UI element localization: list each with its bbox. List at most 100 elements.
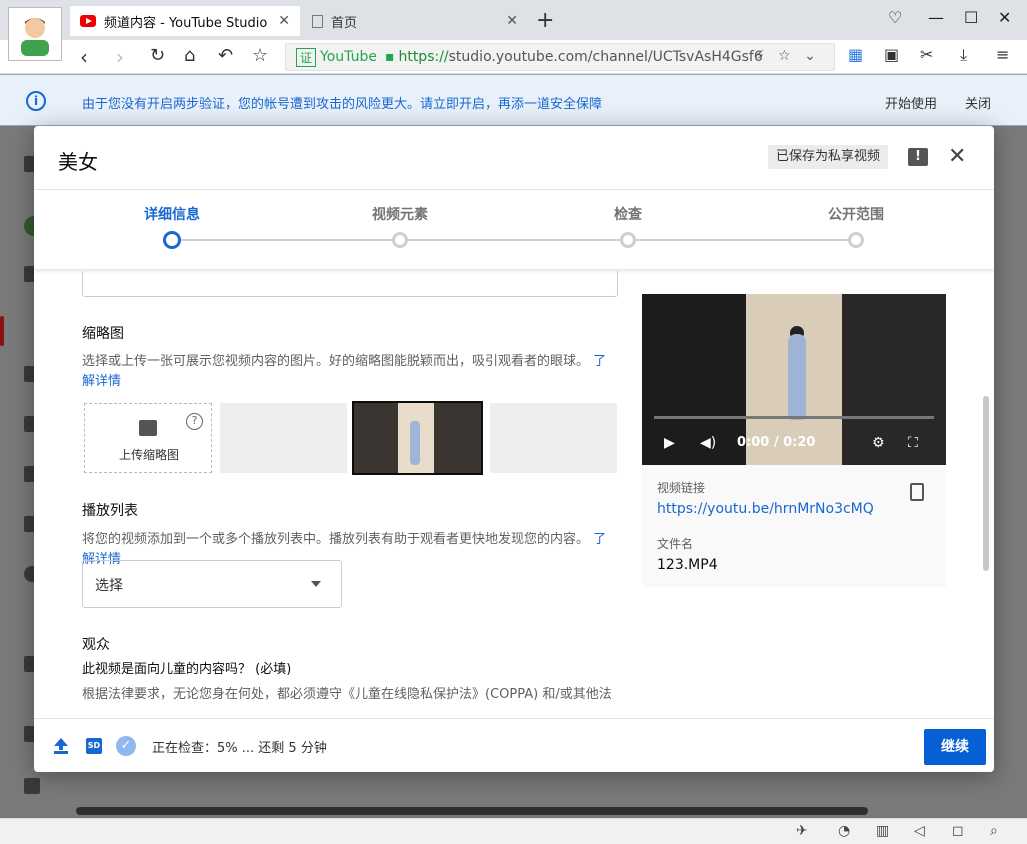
step-dot-visibility[interactable] <box>848 232 864 248</box>
video-preview[interactable]: ▶ ◀) 0:00 / 0:20 ⚙ ⛶ <box>642 294 946 465</box>
new-tab-icon[interactable]: + <box>536 8 554 33</box>
step-dot-details[interactable] <box>163 231 181 249</box>
download-icon[interactable]: ⤓ <box>960 45 967 65</box>
copy-icon[interactable] <box>910 483 924 501</box>
upload-dialog: 美女 已保存为私享视频 ! ✕ 详细信息 视频元素 检查 公开范围 缩略图 选择… <box>34 126 994 772</box>
step-dot-video-elements[interactable] <box>392 232 408 248</box>
browser-toolbar: ‹ › ↻ ⌂ ↶ ☆ 证 YouTube ▪ https:// studio.… <box>0 40 1027 74</box>
forward-icon[interactable]: › <box>116 45 124 69</box>
dialog-title: 美女 <box>58 150 98 174</box>
video-time: 0:00 / 0:20 <box>737 435 816 450</box>
tab-title: 频道内容 - YouTube Studio <box>104 15 268 31</box>
url-actions[interactable]: ⚡ ☆ ⌄ <box>755 48 816 64</box>
banner-close-button[interactable]: 关闭 <box>965 93 991 112</box>
sd-badge-icon[interactable]: SD <box>86 738 102 754</box>
tab-youtube-studio[interactable]: 频道内容 - YouTube Studio ✕ <box>70 6 300 36</box>
horizontal-scrollbar[interactable] <box>76 807 868 815</box>
screenshot-icon[interactable]: ▣ <box>884 45 899 64</box>
tab-home[interactable]: 首页 ✕ <box>302 6 528 36</box>
fullscreen-icon[interactable]: ⛶ <box>908 435 918 451</box>
description-field[interactable] <box>82 271 618 297</box>
sidebar-active-indicator <box>0 316 4 346</box>
tab-close-icon[interactable]: ✕ <box>506 13 518 29</box>
youtube-favicon-icon <box>80 15 96 27</box>
audience-legal-text: 根据法律要求，无论您身在何处，都必须遵守《儿童在线隐私保护法》(COPPA) 和… <box>82 687 612 702</box>
trash-icon[interactable]: ▥ <box>876 823 889 839</box>
thumbnail-title: 缩略图 <box>82 326 124 342</box>
thumbnail-option-1[interactable] <box>220 403 347 473</box>
browser-tabbar: 频道内容 - YouTube Studio ✕ 首页 ✕ + ♡ — ☐ ✕ <box>0 0 1027 40</box>
info-icon: i <box>26 91 46 111</box>
step-details[interactable]: 详细信息 <box>112 204 232 224</box>
check-circle-icon[interactable]: ✓ <box>116 736 136 756</box>
file-name-label: 文件名 <box>657 537 694 551</box>
page-icon <box>312 14 323 28</box>
thumbnail-figure <box>410 421 420 465</box>
step-visibility[interactable]: 公开范围 <box>796 204 916 224</box>
processing-status: 正在检查：5% ... 还剩 5 分钟 <box>152 741 327 756</box>
home-icon[interactable]: ⌂ <box>184 45 195 66</box>
tab-title: 首页 <box>331 15 358 31</box>
audience-title: 观众 <box>82 637 110 653</box>
content-scrollbar[interactable] <box>983 396 989 571</box>
upload-icon[interactable] <box>54 738 68 754</box>
dropdown-caret-icon <box>311 581 321 587</box>
browser-statusbar: ✈ ◔ ▥ ◁ ◻ ⌕ <box>0 818 1027 844</box>
playlist-title: 播放列表 <box>82 503 138 519</box>
tab-close-icon[interactable]: ✕ <box>278 13 290 29</box>
feedback-icon[interactable]: ! <box>908 148 928 166</box>
step-dot-checks[interactable] <box>620 232 636 248</box>
window-close-icon[interactable]: ✕ <box>998 8 1011 27</box>
volume-icon[interactable]: ◀) <box>700 435 716 451</box>
sidebar-feedback-icon[interactable] <box>24 778 40 794</box>
playlist-select-value: 选择 <box>95 578 123 594</box>
speed-icon[interactable]: ◔ <box>838 823 850 839</box>
file-name-value: 123.MP4 <box>657 557 718 573</box>
reload-icon[interactable]: ↻ <box>150 45 165 66</box>
back-icon[interactable]: ‹ <box>80 45 88 69</box>
video-link-label: 视频链接 <box>657 481 706 495</box>
upload-thumbnail-label: 上传缩略图 <box>118 448 179 462</box>
bookmark-star-icon[interactable]: ☆ <box>252 45 268 66</box>
address-bar[interactable]: 证 YouTube ▪ https:// studio.youtube.com/… <box>285 43 835 71</box>
continue-button[interactable]: 继续 <box>924 729 986 765</box>
rocket-icon[interactable]: ✈ <box>796 823 808 839</box>
security-banner: i 由于您没有开启两步验证，您的帐号遭到攻击的风险更大。请立即开启，再添一道安全… <box>0 74 1027 126</box>
user-avatar[interactable] <box>8 7 62 61</box>
help-icon[interactable]: ? <box>186 413 203 430</box>
window-icon[interactable]: ◻ <box>952 823 964 839</box>
menu-icon[interactable]: ≡ <box>996 45 1009 64</box>
play-icon[interactable]: ▶ <box>664 435 675 451</box>
details-form: 缩略图 选择或上传一张可展示您视频内容的图片。好的缩略图能脱颖而出，吸引观看者的… <box>34 271 994 718</box>
thumbnail-desc: 选择或上传一张可展示您视频内容的图片。好的缩略图能脱颖而出，吸引观看者的眼球。 … <box>82 352 618 392</box>
minimize-icon[interactable]: — <box>928 8 944 27</box>
dialog-close-icon[interactable]: ✕ <box>948 144 966 169</box>
step-video-elements[interactable]: 视频元素 <box>340 204 460 224</box>
video-link[interactable]: https://youtu.be/hrnMrNo3cMQ <box>657 501 874 517</box>
lock-icon: ▪ <box>384 49 395 65</box>
playlist-desc-text: 将您的视频添加到一个或多个播放列表中。播放列表有助于观看者更快地发现您的内容。 <box>82 532 590 547</box>
scissors-icon[interactable]: ✂ <box>920 45 933 64</box>
saved-private-badge: 已保存为私享视频 <box>768 145 889 169</box>
thumbnail-option-3[interactable] <box>490 403 617 473</box>
zoom-icon[interactable]: ⌕ <box>990 823 998 839</box>
video-progress-bar[interactable] <box>654 416 934 419</box>
banner-start-button[interactable]: 开始使用 <box>885 93 937 112</box>
maximize-icon[interactable]: ☐ <box>964 8 978 27</box>
upload-stepper: 详细信息 视频元素 检查 公开范围 <box>34 190 994 270</box>
skin-icon[interactable]: ♡ <box>888 8 902 27</box>
url-scheme: https:// <box>398 49 449 65</box>
add-image-icon <box>139 420 157 436</box>
step-checks[interactable]: 检查 <box>568 204 688 224</box>
dialog-footer: SD ✓ 正在检查：5% ... 还剩 5 分钟 继续 <box>34 718 994 772</box>
volume-icon[interactable]: ◁ <box>914 823 925 839</box>
user-avatar-icon <box>21 18 49 56</box>
playlist-select[interactable]: 选择 <box>82 560 342 608</box>
undo-icon[interactable]: ↶ <box>218 45 233 66</box>
apps-icon[interactable]: ▦ <box>848 45 863 64</box>
video-subject <box>788 334 806 420</box>
video-info-card: 视频链接 https://youtu.be/hrnMrNo3cMQ 文件名 12… <box>642 465 946 587</box>
upload-thumbnail-button[interactable]: ? 上传缩略图 <box>84 403 212 473</box>
settings-gear-icon[interactable]: ⚙ <box>872 435 885 451</box>
thumbnail-option-2[interactable] <box>352 401 483 475</box>
